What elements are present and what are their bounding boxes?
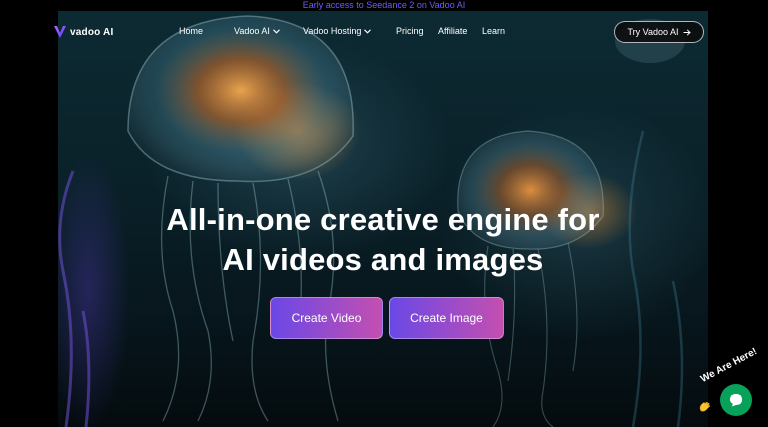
arrow-right-icon — [683, 28, 691, 36]
waving-hand-icon — [699, 401, 711, 412]
nav-learn[interactable]: Learn — [482, 26, 505, 36]
vadoo-logo-icon — [54, 26, 66, 38]
nav-home[interactable]: Home — [179, 26, 203, 36]
nav-affiliate[interactable]: Affiliate — [438, 26, 467, 36]
nav-vadoo-hosting[interactable]: Vadoo Hosting — [303, 26, 372, 36]
chat-open-button[interactable] — [720, 384, 752, 416]
chevron-down-icon — [272, 28, 280, 34]
chat-bubble-icon — [730, 394, 742, 407]
nav-vadoo-hosting-label: Vadoo Hosting — [303, 26, 362, 36]
chevron-down-icon — [364, 28, 372, 34]
create-image-button[interactable]: Create Image — [389, 297, 504, 339]
nav-pricing-label: Pricing — [396, 26, 424, 36]
nav-vadoo-ai[interactable]: Vadoo AI — [234, 26, 280, 36]
announcement-text[interactable]: Early access to Seedance 2 on Vadoo AI — [303, 0, 465, 11]
nav-pricing[interactable]: Pricing — [396, 26, 424, 36]
chat-widget[interactable]: We Are Here! — [694, 346, 768, 427]
try-vadoo-ai-button[interactable]: Try Vadoo AI — [614, 21, 704, 43]
nav-home-label: Home — [179, 26, 204, 36]
try-vadoo-ai-label: Try Vadoo AI — [627, 27, 679, 37]
hero-headline: All-in-one creative engine for AI videos… — [58, 200, 708, 280]
create-image-label: Create Image — [410, 311, 483, 325]
top-navigation: vadoo AI Home Vadoo AI Vadoo Hosting Pri… — [0, 11, 768, 55]
announcement-bar[interactable]: Early access to Seedance 2 on Vadoo AI — [0, 0, 768, 11]
vadoo-logo[interactable]: vadoo AI — [53, 24, 113, 40]
hero-headline-line1: All-in-one creative engine for — [166, 202, 600, 237]
nav-affiliate-label: Affiliate — [438, 26, 468, 36]
logo-text: vadoo AI — [70, 26, 114, 38]
create-video-label: Create Video — [291, 311, 362, 325]
create-video-button[interactable]: Create Video — [270, 297, 383, 339]
hero-headline-line2: AI videos and images — [222, 242, 544, 277]
nav-learn-label: Learn — [482, 26, 506, 36]
nav-vadoo-ai-label: Vadoo AI — [234, 26, 270, 36]
